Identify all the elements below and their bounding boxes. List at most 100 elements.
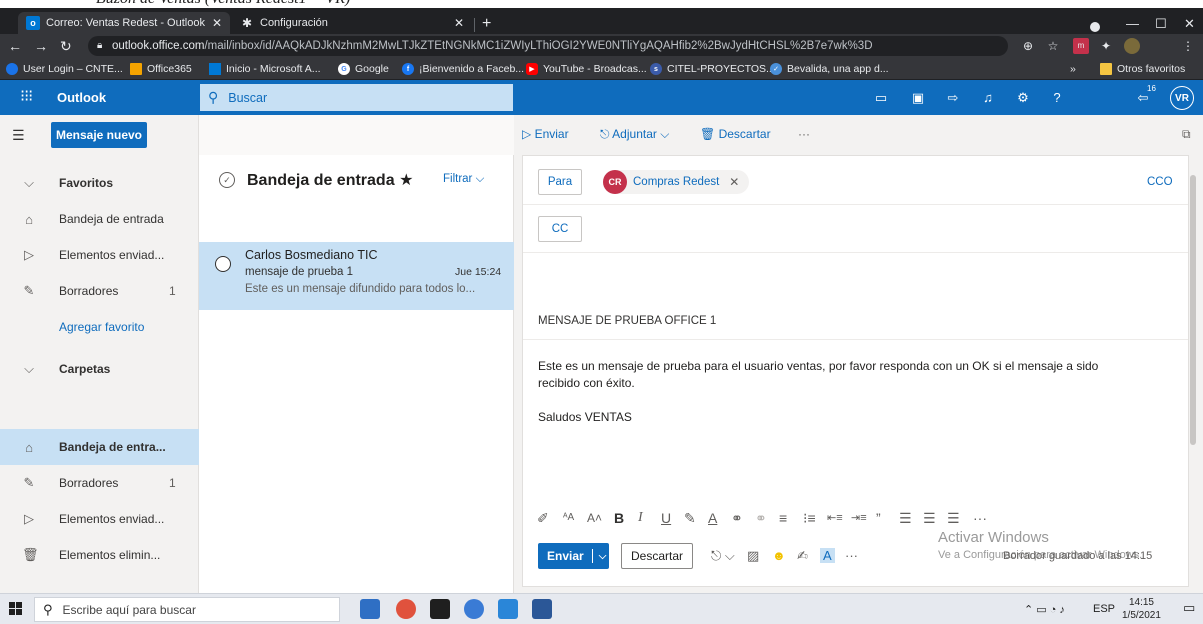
editor-icon[interactable]: A: [820, 548, 835, 563]
bookmark-item[interactable]: ✓ Bevalida, una app d...: [770, 61, 889, 77]
back-arrow-icon[interactable]: ←: [8, 37, 22, 55]
bell-icon[interactable]: ♫: [979, 89, 997, 107]
file-explorer-icon[interactable]: [360, 599, 380, 619]
app-launcher-icon[interactable]: ⁝⁝⁝: [20, 88, 33, 106]
sidebar-item-drafts[interactable]: ✎ Borradores 1: [0, 273, 199, 309]
windows-start-icon[interactable]: [9, 602, 23, 616]
grow-font-icon[interactable]: A˄: [587, 507, 602, 529]
toolbar-more-button[interactable]: ···: [798, 127, 810, 141]
link-icon[interactable]: ⚭: [731, 507, 743, 529]
tray-icons[interactable]: ⌃ ▭ ◔ ♪: [1024, 603, 1065, 616]
remote-desktop-icon[interactable]: [498, 599, 518, 619]
toolbar-discard-button[interactable]: 🗑︎ Descartar: [700, 127, 771, 141]
extension-icon[interactable]: m: [1073, 38, 1089, 54]
tab-configuracion[interactable]: ✱ Configuración ✕: [232, 12, 472, 34]
other-favorites[interactable]: Otros favoritos: [1100, 61, 1185, 77]
sidebar-item-folder-inbox[interactable]: ⌂ Bandeja de entra...: [0, 429, 199, 465]
word-taskbar-icon[interactable]: [532, 599, 552, 619]
highlight-icon[interactable]: ✎: [684, 507, 696, 529]
new-message-button[interactable]: Mensaje nuevo: [51, 122, 147, 148]
profile-avatar-icon[interactable]: [1124, 38, 1140, 54]
terminal-icon[interactable]: [430, 599, 450, 619]
to-button[interactable]: Para: [538, 169, 582, 195]
teams-chat-icon[interactable]: ▭: [872, 89, 890, 107]
puzzle-icon[interactable]: ✦: [1098, 38, 1114, 54]
emoji-icon[interactable]: ☻: [772, 548, 786, 563]
message-select-radio[interactable]: [215, 256, 231, 272]
remove-recipient-icon[interactable]: ✕: [729, 175, 739, 189]
bookmark-item[interactable]: f ¡Bienvenido a Faceb...: [402, 61, 524, 77]
tab-outlook[interactable]: o Correo: Ventas Redest - Outlook ✕: [18, 12, 230, 34]
send-button[interactable]: Enviar ⌵: [538, 543, 609, 569]
favorites-header[interactable]: ⌵ Favoritos: [0, 165, 199, 201]
increase-indent-icon[interactable]: ⇥≡: [851, 507, 867, 529]
taskbar-search-input[interactable]: ⚲ Escribe aquí para buscar: [34, 597, 340, 622]
body-line-2[interactable]: recibido con éxito.: [538, 375, 635, 392]
star-icon[interactable]: ☆: [1045, 38, 1061, 54]
install-app-icon[interactable]: ⊕: [1020, 38, 1036, 54]
minimize-button[interactable]: —: [1126, 16, 1139, 31]
bullets-icon[interactable]: ≡: [779, 507, 787, 529]
more-formatting-icon[interactable]: ···: [973, 507, 987, 529]
close-icon[interactable]: ✕: [212, 16, 222, 30]
forward-arrow-icon[interactable]: →: [34, 37, 48, 55]
align-right-icon[interactable]: ☰: [947, 507, 960, 529]
chevron-down-icon[interactable]: ⌵: [599, 551, 607, 562]
help-icon[interactable]: ?: [1048, 89, 1066, 107]
align-center-icon[interactable]: ☰: [923, 507, 936, 529]
image-icon[interactable]: ▨: [747, 548, 759, 564]
body-line-1[interactable]: Este es un mensaje de prueba para el usu…: [538, 358, 1098, 375]
bookmark-item[interactable]: Inicio - Microsoft A...: [209, 61, 321, 77]
sidebar-item-folder-deleted[interactable]: 🗑︎ Elementos elimin...: [0, 537, 199, 573]
quote-icon[interactable]: ”: [876, 507, 881, 529]
sidebar-item-folder-sent[interactable]: ▷ Elementos enviad...: [0, 501, 199, 537]
recipient-chip[interactable]: CR Compras Redest ✕: [603, 170, 750, 194]
reload-icon[interactable]: ↻: [60, 37, 72, 55]
more-options-icon[interactable]: ···: [845, 548, 858, 563]
bookmark-item[interactable]: G Google: [338, 61, 389, 77]
notifications-icon[interactable]: ▭: [1183, 600, 1195, 616]
numbering-icon[interactable]: ⁝≡: [803, 507, 816, 529]
profile-icon[interactable]: [1090, 22, 1100, 32]
bookmarks-overflow-button[interactable]: »: [1070, 61, 1076, 77]
search-input[interactable]: ⚲ Buscar: [200, 84, 513, 111]
align-left-icon[interactable]: ☰: [899, 507, 912, 529]
sidebar-item-inbox[interactable]: ⌂ Bandeja de entrada: [0, 201, 199, 237]
sidebar-item-folder-drafts[interactable]: ✎ Borradores 1: [0, 465, 199, 501]
add-favorite-link[interactable]: Agregar favorito: [0, 309, 199, 345]
star-icon[interactable]: ★: [399, 172, 413, 189]
subject-field[interactable]: MENSAJE DE PRUEBA OFFICE 1: [538, 315, 716, 327]
unlink-icon[interactable]: ⚭: [755, 507, 767, 529]
signature-icon[interactable]: ✍: [797, 548, 808, 564]
cc-button[interactable]: CC: [538, 216, 582, 242]
select-all-checkbox[interactable]: ✓: [219, 172, 235, 188]
chrome-icon[interactable]: [396, 599, 416, 619]
sidebar-item-sent[interactable]: ▷ Elementos enviad...: [0, 237, 199, 273]
address-bar[interactable]: 🔒︎ outlook.office.com/mail/inbox/id/AAQkA…: [88, 36, 1008, 56]
decrease-indent-icon[interactable]: ⇤≡: [827, 507, 843, 529]
settings-gear-icon[interactable]: ⚙: [1014, 89, 1032, 107]
hamburger-menu-icon[interactable]: ☰: [12, 127, 25, 144]
format-painter-icon[interactable]: ✐: [537, 507, 549, 529]
folders-header[interactable]: ⌵ Carpetas: [0, 351, 199, 387]
font-color-icon[interactable]: A: [708, 507, 717, 529]
bold-icon[interactable]: B: [614, 507, 624, 529]
underline-icon[interactable]: U: [661, 507, 671, 529]
body-signature[interactable]: Saludos VENTAS: [538, 409, 632, 426]
my-day-icon[interactable]: ⇨: [944, 89, 962, 107]
avatar[interactable]: VR: [1170, 86, 1194, 110]
bookmark-item[interactable]: User Login – CNTE...: [6, 61, 123, 77]
toolbar-send-button[interactable]: ▷ Enviar: [522, 127, 569, 141]
close-window-button[interactable]: ✕: [1184, 16, 1195, 32]
discard-button[interactable]: Descartar: [621, 543, 693, 569]
bookmark-item[interactable]: Office365: [130, 61, 192, 77]
language-indicator[interactable]: ESP: [1093, 603, 1115, 615]
clock[interactable]: 14:15 1/5/2021: [1122, 596, 1161, 622]
italic-icon[interactable]: I: [638, 507, 643, 529]
outlook-brand[interactable]: Outlook: [57, 90, 106, 105]
compose-scrollbar[interactable]: [1190, 175, 1196, 445]
edge-icon[interactable]: [464, 599, 484, 619]
paperclip-icon[interactable]: ⎋ ⌵: [711, 548, 735, 564]
font-size-icon[interactable]: ᴬA: [563, 507, 574, 529]
new-tab-button[interactable]: +: [482, 16, 491, 32]
